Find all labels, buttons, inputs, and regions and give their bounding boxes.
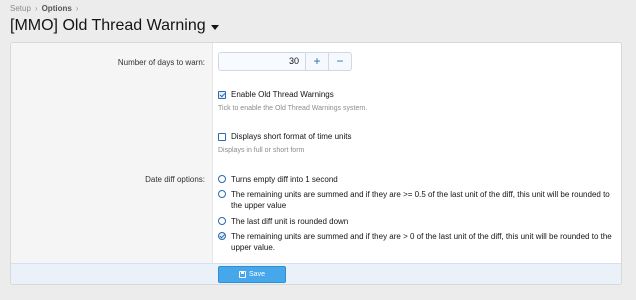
enable-warnings-label: Enable Old Thread Warnings — [231, 90, 334, 99]
radio-round-half-label: The remaining units are summed and if th… — [231, 190, 610, 210]
radio-option-round-half[interactable]: The remaining units are summed and if th… — [218, 189, 618, 211]
form-footer: Save — [11, 263, 621, 284]
save-label: Save — [249, 271, 265, 278]
label-column — [11, 43, 213, 263]
radio-empty-diff-label: Turns empty diff into 1 second — [231, 175, 338, 184]
increment-button[interactable]: + — [305, 52, 329, 71]
radio-option-empty-diff[interactable]: Turns empty diff into 1 second — [218, 174, 618, 185]
short-format-checkbox[interactable] — [218, 132, 226, 141]
date-diff-label: Date diff options: — [145, 175, 205, 184]
short-format-checkbox-row[interactable]: Displays short format of time units — [218, 132, 351, 141]
breadcrumb: Setup › Options › — [10, 4, 78, 13]
caret-down-icon — [210, 24, 219, 30]
page-title: [MMO] Old Thread Warning — [10, 17, 206, 34]
radio-round-down[interactable] — [218, 217, 226, 225]
radio-option-round-up[interactable]: The remaining units are summed and if th… — [218, 231, 618, 253]
page-title-dropdown[interactable]: [MMO] Old Thread Warning — [10, 17, 219, 35]
short-format-hint: Displays in full or short form — [218, 147, 305, 154]
radio-option-round-down[interactable]: The last diff unit is rounded down — [218, 216, 618, 227]
breadcrumb-options[interactable]: Options — [42, 4, 72, 13]
chevron-right-icon: › — [34, 4, 38, 13]
options-panel: Number of days to warn: 30 + − Enable Ol… — [10, 42, 622, 285]
days-input[interactable]: 30 — [218, 52, 306, 71]
radio-round-up[interactable] — [218, 232, 226, 240]
save-button[interactable]: Save — [218, 266, 286, 283]
short-format-label: Displays short format of time units — [231, 132, 352, 141]
radio-round-down-label: The last diff unit is rounded down — [231, 217, 349, 226]
decrement-button[interactable]: − — [328, 52, 352, 71]
radio-round-half[interactable] — [218, 190, 226, 198]
days-label: Number of days to warn: — [117, 58, 205, 67]
radio-round-up-label: The remaining units are summed and if th… — [231, 232, 612, 252]
breadcrumb-setup[interactable]: Setup — [10, 4, 31, 13]
radio-empty-diff[interactable] — [218, 175, 226, 183]
chevron-right-icon: › — [75, 4, 79, 13]
enable-warnings-checkbox-row[interactable]: Enable Old Thread Warnings — [218, 90, 334, 99]
save-icon — [239, 271, 247, 278]
enable-warnings-hint: Tick to enable the Old Thread Warnings s… — [218, 105, 368, 112]
enable-warnings-checkbox[interactable] — [218, 90, 226, 99]
